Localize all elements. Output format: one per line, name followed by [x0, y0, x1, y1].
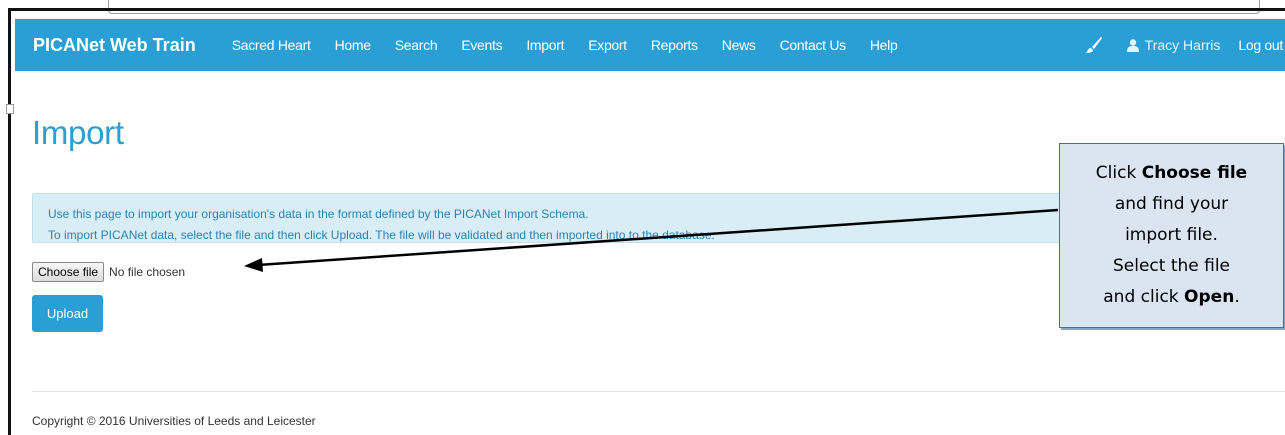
nav-item-export[interactable]: Export	[576, 37, 639, 53]
nav-item-sacred-heart[interactable]: Sacred Heart	[220, 37, 323, 53]
nav-right: Tracy Harris Log out	[1085, 19, 1285, 71]
user-icon	[1126, 38, 1139, 52]
callout-line-1: Click Choose file	[1095, 163, 1248, 183]
user-menu[interactable]: Tracy Harris	[1126, 37, 1221, 53]
nav-item-help[interactable]: Help	[858, 37, 910, 53]
instruction-callout: Click Choose file and find your import f…	[1059, 143, 1284, 328]
frame-border-left	[8, 8, 11, 435]
choose-file-button[interactable]: Choose file	[32, 262, 105, 282]
nav-item-contact-us[interactable]: Contact Us	[768, 37, 858, 53]
top-navbar: PICANet Web Train Sacred Heart Home Sear…	[15, 19, 1285, 71]
browser-address-bar[interactable]	[108, 0, 1260, 14]
brand-link[interactable]: PICANet Web Train	[15, 35, 220, 56]
nav-item-import[interactable]: Import	[514, 37, 576, 53]
nav-item-events[interactable]: Events	[449, 37, 514, 53]
callout-line-2: and find your	[1114, 194, 1229, 214]
callout-line-4: Select the file	[1112, 256, 1231, 276]
nav-item-search[interactable]: Search	[383, 37, 450, 53]
callout-line-3: import file.	[1125, 225, 1218, 245]
upload-button[interactable]: Upload	[32, 295, 103, 332]
footer-divider	[32, 391, 1285, 392]
copyright-text: Copyright © 2016 Universities of Leeds a…	[32, 414, 316, 428]
page-title: Import	[32, 114, 124, 151]
nav-item-reports[interactable]: Reports	[639, 37, 710, 53]
logout-link[interactable]: Log out	[1238, 37, 1283, 53]
window-edge-marker	[6, 104, 14, 114]
callout-line-5: and click Open.	[1103, 287, 1240, 307]
nav-item-news[interactable]: News	[710, 37, 768, 53]
nav-item-home[interactable]: Home	[323, 37, 383, 53]
nav-menu: Sacred Heart Home Search Events Import E…	[220, 37, 910, 53]
file-input: Choose file No file chosen	[32, 262, 185, 282]
brush-icon[interactable]	[1085, 36, 1103, 54]
user-name: Tracy Harris	[1144, 37, 1221, 53]
file-status-text: No file chosen	[109, 265, 186, 279]
frame-border-top	[8, 8, 1285, 11]
